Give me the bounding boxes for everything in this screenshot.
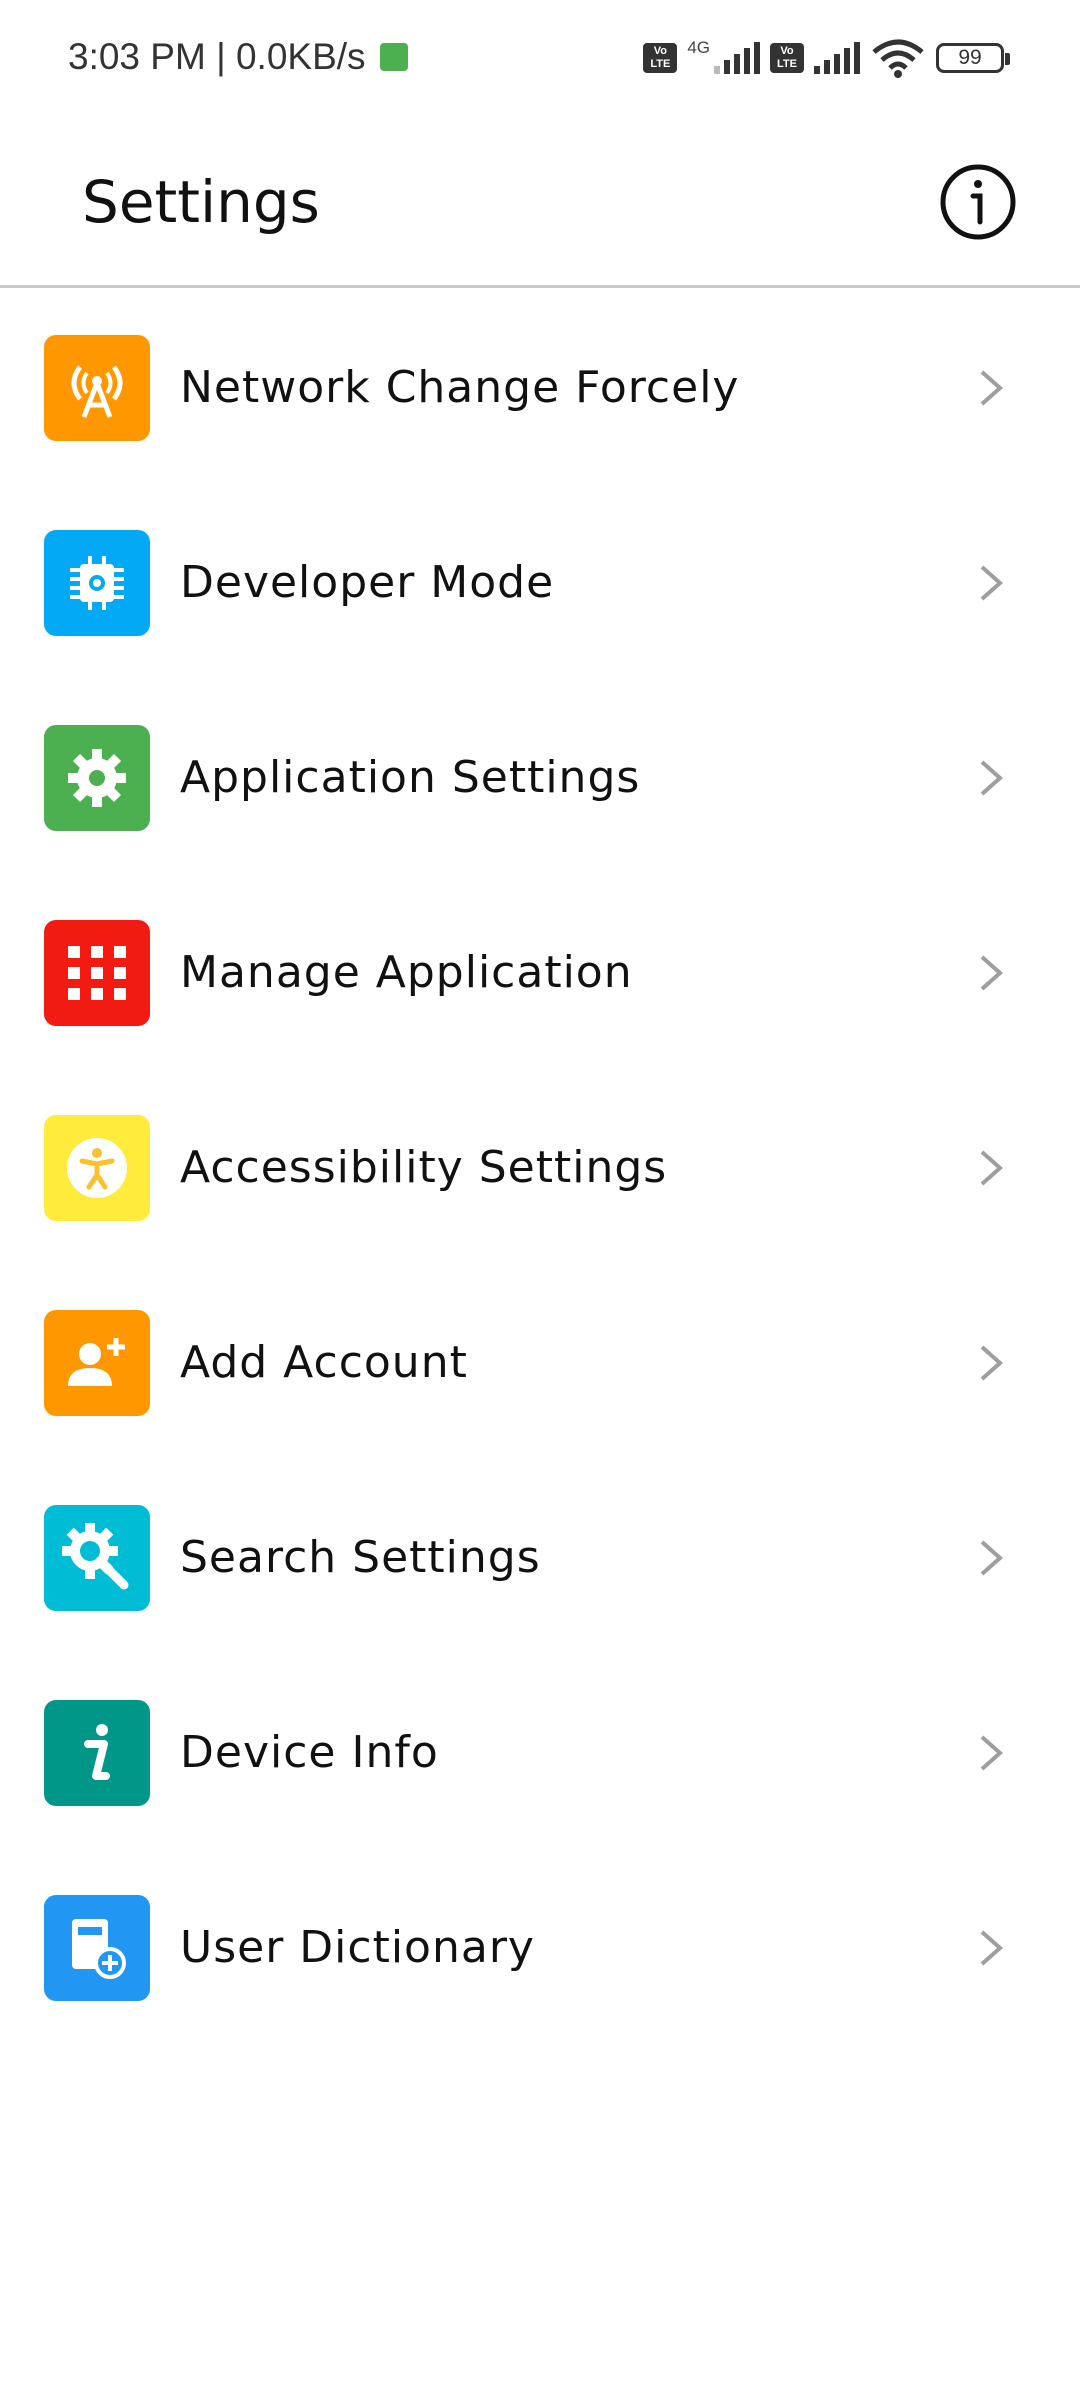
gear-icon: [44, 724, 150, 831]
status-right: Vo LTE 4G Vo LTE 99: [643, 38, 1010, 78]
app-bar: Settings: [0, 120, 1080, 288]
chevron-right-icon: [980, 1930, 1004, 1965]
notification-app-icon: [379, 43, 408, 71]
settings-item-label: Manage Application: [180, 947, 633, 998]
page-title: Settings: [82, 168, 320, 236]
grid-icon: [44, 919, 150, 1026]
settings-item-user-dictionary[interactable]: User Dictionary: [0, 1850, 1080, 2045]
battery-icon: 99: [936, 43, 1010, 73]
settings-item-developer-mode[interactable]: Developer Mode: [0, 485, 1080, 680]
settings-item-label: Add Account: [180, 1337, 468, 1388]
volte-icon: Vo LTE: [643, 43, 678, 73]
settings-item-device-info[interactable]: Device Info: [0, 1655, 1080, 1850]
info-icon: [44, 1699, 150, 1806]
settings-item-label: User Dictionary: [180, 1922, 535, 1973]
chevron-right-icon: [980, 1735, 1004, 1770]
dictionary-add-icon: [44, 1894, 150, 2001]
chevron-right-icon: [980, 565, 1004, 600]
settings-list: Network Change Forcely Developer Mode Ap…: [0, 290, 1080, 2045]
settings-item-accessibility-settings[interactable]: Accessibility Settings: [0, 1070, 1080, 1265]
status-bar: 3:03 PM | 0.0KB/s Vo LTE 4G Vo LTE 99: [0, 0, 1080, 120]
volte-2-icon: Vo LTE: [770, 43, 804, 73]
chip-icon: [44, 529, 150, 636]
battery-level: 99: [958, 46, 982, 69]
settings-item-label: Accessibility Settings: [180, 1142, 668, 1193]
network-type-label: 4G: [687, 38, 710, 57]
chevron-right-icon: [980, 1150, 1004, 1185]
settings-item-label: Search Settings: [180, 1532, 541, 1583]
settings-item-add-account[interactable]: Add Account: [0, 1265, 1080, 1460]
settings-item-label: Application Settings: [180, 752, 641, 803]
settings-item-label: Developer Mode: [180, 557, 555, 608]
accessibility-icon: [44, 1114, 150, 1221]
gear-search-icon: [44, 1504, 150, 1611]
chevron-right-icon: [980, 370, 1004, 405]
chevron-right-icon: [980, 955, 1004, 990]
add-person-icon: [44, 1309, 150, 1416]
settings-item-manage-application[interactable]: Manage Application: [0, 875, 1080, 1070]
wifi-icon: [872, 39, 924, 78]
settings-item-network-change-forcely[interactable]: Network Change Forcely: [0, 290, 1080, 485]
settings-item-search-settings[interactable]: Search Settings: [0, 1460, 1080, 1655]
chevron-right-icon: [980, 1540, 1004, 1575]
settings-item-application-settings[interactable]: Application Settings: [0, 680, 1080, 875]
settings-item-label: Device Info: [180, 1727, 439, 1778]
antenna-icon: [44, 334, 150, 441]
settings-item-label: Network Change Forcely: [180, 362, 740, 413]
status-left: 3:03 PM | 0.0KB/s: [68, 36, 408, 78]
signal-1-icon: [714, 42, 760, 74]
chevron-right-icon: [980, 760, 1004, 795]
status-time-speed: 3:03 PM | 0.0KB/s: [68, 36, 366, 77]
signal-2-icon: [814, 42, 860, 74]
info-circle-icon[interactable]: [938, 162, 1018, 242]
chevron-right-icon: [980, 1345, 1004, 1380]
